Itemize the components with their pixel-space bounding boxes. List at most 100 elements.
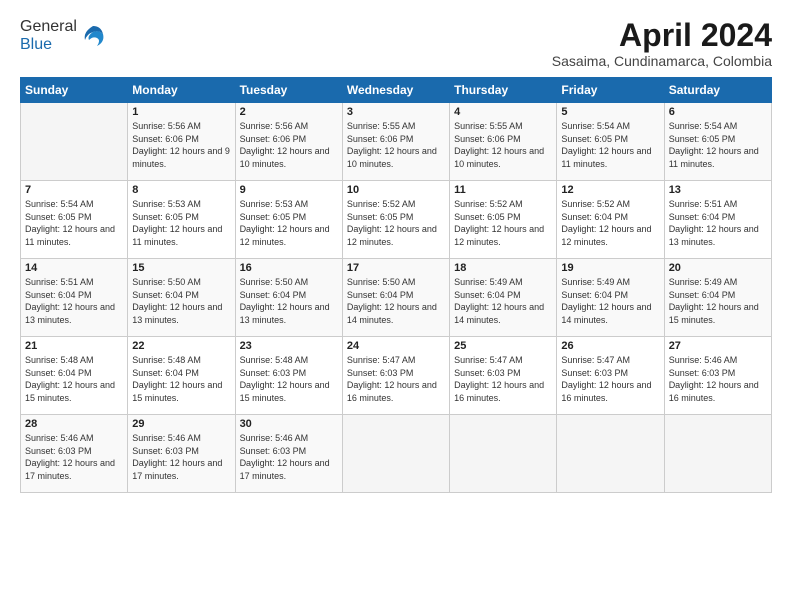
day-info: Sunrise: 5:48 AMSunset: 6:04 PMDaylight:… (132, 354, 230, 404)
day-info: Sunrise: 5:49 AMSunset: 6:04 PMDaylight:… (561, 276, 659, 326)
day-number: 10 (347, 184, 445, 196)
day-cell: 27Sunrise: 5:46 AMSunset: 6:03 PMDayligh… (664, 337, 771, 415)
day-info: Sunrise: 5:46 AMSunset: 6:03 PMDaylight:… (240, 432, 338, 482)
day-number: 11 (454, 184, 552, 196)
day-cell: 10 Sunrise: 5:52 AMSunset: 6:05 PMDayligh… (342, 181, 449, 259)
day-cell: 24 Sunrise: 5:47 AMSunset: 6:03 PMDayligh… (342, 337, 449, 415)
weekday-header-monday: Monday (128, 78, 235, 103)
day-number: 16 (240, 262, 338, 274)
day-number: 22 (132, 340, 230, 352)
day-info: Sunrise: 5:50 AMSunset: 6:04 PMDaylight:… (132, 276, 230, 326)
day-cell (21, 103, 128, 181)
subtitle: Sasaima, Cundinamarca, Colombia (552, 53, 772, 69)
day-cell: 26 Sunrise: 5:47 AMSunset: 6:03 PMDayligh… (557, 337, 664, 415)
day-info: Sunrise: 5:52 AMSunset: 6:04 PMDaylight:… (561, 198, 659, 248)
week-row-5: 28 Sunrise: 5:46 AMSunset: 6:03 PMDayligh… (21, 415, 772, 493)
day-cell: 21 Sunrise: 5:48 AMSunset: 6:04 PMDayligh… (21, 337, 128, 415)
day-cell: 2Sunrise: 5:56 AMSunset: 6:06 PMDaylight… (235, 103, 342, 181)
day-cell: 3Sunrise: 5:55 AMSunset: 6:06 PMDaylight… (342, 103, 449, 181)
day-number: 21 (25, 340, 123, 352)
day-info: Sunrise: 5:55 AMSunset: 6:06 PMDaylight:… (454, 120, 552, 170)
day-number: 27 (669, 340, 767, 352)
day-number: 26 (561, 340, 659, 352)
day-cell: 6 Sunrise: 5:54 AMSunset: 6:05 PMDaylight… (664, 103, 771, 181)
day-info: Sunrise: 5:46 AMSunset: 6:03 PMDaylight:… (132, 432, 230, 482)
day-number: 8 (132, 184, 230, 196)
day-cell: 11 Sunrise: 5:52 AMSunset: 6:05 PMDayligh… (450, 181, 557, 259)
day-info: Sunrise: 5:50 AMSunset: 6:04 PMDaylight:… (240, 276, 338, 326)
day-number: 17 (347, 262, 445, 274)
day-info: Sunrise: 5:52 AMSunset: 6:05 PMDaylight:… (454, 198, 552, 248)
weekday-header-row: SundayMondayTuesdayWednesdayThursdayFrid… (21, 78, 772, 103)
day-info: Sunrise: 5:48 AMSunset: 6:03 PMDaylight:… (240, 354, 338, 404)
day-cell: 19 Sunrise: 5:49 AMSunset: 6:04 PMDayligh… (557, 259, 664, 337)
day-number: 25 (454, 340, 552, 352)
weekday-header-thursday: Thursday (450, 78, 557, 103)
weekday-header-saturday: Saturday (664, 78, 771, 103)
day-number: 29 (132, 418, 230, 430)
day-cell: 12 Sunrise: 5:52 AMSunset: 6:04 PMDayligh… (557, 181, 664, 259)
day-info: Sunrise: 5:46 AMSunset: 6:03 PMDaylight:… (25, 432, 123, 482)
day-number: 12 (561, 184, 659, 196)
day-cell: 23 Sunrise: 5:48 AMSunset: 6:03 PMDayligh… (235, 337, 342, 415)
logo-icon (79, 22, 107, 50)
day-info: Sunrise: 5:49 AMSunset: 6:04 PMDaylight:… (454, 276, 552, 326)
day-cell: 8 Sunrise: 5:53 AMSunset: 6:05 PMDaylight… (128, 181, 235, 259)
day-number: 5 (561, 106, 659, 118)
day-info: Sunrise: 5:47 AMSunset: 6:03 PMDaylight:… (454, 354, 552, 404)
day-info: Sunrise: 5:52 AMSunset: 6:05 PMDaylight:… (347, 198, 445, 248)
month-title: April 2024 (552, 18, 772, 53)
day-cell: 15Sunrise: 5:50 AMSunset: 6:04 PMDayligh… (128, 259, 235, 337)
day-cell: 18Sunrise: 5:49 AMSunset: 6:04 PMDayligh… (450, 259, 557, 337)
day-cell: 1 Sunrise: 5:56 AMSunset: 6:06 PMDaylight… (128, 103, 235, 181)
day-number: 30 (240, 418, 338, 430)
day-info: Sunrise: 5:51 AMSunset: 6:04 PMDaylight:… (669, 198, 767, 248)
day-cell: 20Sunrise: 5:49 AMSunset: 6:04 PMDayligh… (664, 259, 771, 337)
logo-general-text: General (20, 18, 77, 35)
day-number: 3 (347, 106, 445, 118)
title-block: April 2024 Sasaima, Cundinamarca, Colomb… (552, 18, 772, 69)
logo-blue-text: Blue (20, 36, 52, 53)
day-number: 24 (347, 340, 445, 352)
week-row-1: 1 Sunrise: 5:56 AMSunset: 6:06 PMDaylight… (21, 103, 772, 181)
day-number: 19 (561, 262, 659, 274)
day-info: Sunrise: 5:54 AMSunset: 6:05 PMDaylight:… (25, 198, 123, 248)
week-row-3: 14Sunrise: 5:51 AMSunset: 6:04 PMDayligh… (21, 259, 772, 337)
week-row-4: 21 Sunrise: 5:48 AMSunset: 6:04 PMDayligh… (21, 337, 772, 415)
day-cell: 13 Sunrise: 5:51 AMSunset: 6:04 PMDayligh… (664, 181, 771, 259)
day-cell: 14Sunrise: 5:51 AMSunset: 6:04 PMDayligh… (21, 259, 128, 337)
day-number: 13 (669, 184, 767, 196)
day-number: 28 (25, 418, 123, 430)
page: General Blue April 2024 Sasaima, Cundina… (0, 0, 792, 612)
day-cell (664, 415, 771, 493)
day-number: 23 (240, 340, 338, 352)
day-cell: 7 Sunrise: 5:54 AMSunset: 6:05 PMDaylight… (21, 181, 128, 259)
day-cell: 29 Sunrise: 5:46 AMSunset: 6:03 PMDayligh… (128, 415, 235, 493)
day-info: Sunrise: 5:51 AMSunset: 6:04 PMDaylight:… (25, 276, 123, 326)
day-info: Sunrise: 5:53 AMSunset: 6:05 PMDaylight:… (132, 198, 230, 248)
day-number: 1 (132, 106, 230, 118)
day-info: Sunrise: 5:54 AMSunset: 6:05 PMDaylight:… (561, 120, 659, 170)
day-info: Sunrise: 5:50 AMSunset: 6:04 PMDaylight:… (347, 276, 445, 326)
day-cell: 5 Sunrise: 5:54 AMSunset: 6:05 PMDaylight… (557, 103, 664, 181)
day-info: Sunrise: 5:54 AMSunset: 6:05 PMDaylight:… (669, 120, 767, 170)
day-cell: 9 Sunrise: 5:53 AMSunset: 6:05 PMDaylight… (235, 181, 342, 259)
day-number: 9 (240, 184, 338, 196)
weekday-header-sunday: Sunday (21, 78, 128, 103)
day-info: Sunrise: 5:53 AMSunset: 6:05 PMDaylight:… (240, 198, 338, 248)
day-number: 4 (454, 106, 552, 118)
day-info: Sunrise: 5:48 AMSunset: 6:04 PMDaylight:… (25, 354, 123, 404)
day-info: Sunrise: 5:47 AMSunset: 6:03 PMDaylight:… (561, 354, 659, 404)
day-number: 6 (669, 106, 767, 118)
day-number: 2 (240, 106, 338, 118)
day-cell (450, 415, 557, 493)
day-info: Sunrise: 5:56 AMSunset: 6:06 PMDaylight:… (132, 120, 230, 170)
day-info: Sunrise: 5:47 AMSunset: 6:03 PMDaylight:… (347, 354, 445, 404)
calendar-table: SundayMondayTuesdayWednesdayThursdayFrid… (20, 77, 772, 493)
day-cell: 17 Sunrise: 5:50 AMSunset: 6:04 PMDayligh… (342, 259, 449, 337)
weekday-header-wednesday: Wednesday (342, 78, 449, 103)
day-number: 20 (669, 262, 767, 274)
weekday-header-friday: Friday (557, 78, 664, 103)
day-cell: 4 Sunrise: 5:55 AMSunset: 6:06 PMDaylight… (450, 103, 557, 181)
day-number: 7 (25, 184, 123, 196)
